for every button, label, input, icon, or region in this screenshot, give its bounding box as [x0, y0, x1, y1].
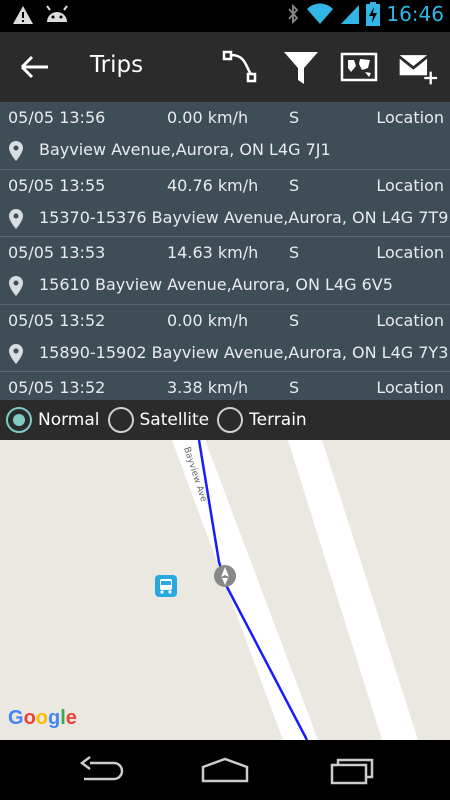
trip-direction: S: [289, 378, 300, 397]
location-pin-icon: [9, 141, 23, 161]
radio-normal[interactable]: [6, 407, 32, 433]
trip-marker[interactable]: [214, 565, 236, 587]
map-type-satellite[interactable]: Satellite: [107, 407, 210, 433]
trip-speed: 0.00 km/h: [167, 108, 249, 127]
trip-item[interactable]: 05/05 13:52 3.38 km/h S Location: [0, 372, 450, 400]
location-pin-icon: [9, 276, 23, 296]
trip-address: Bayview Avenue,Aurora, ON L4G 7J1: [39, 140, 331, 159]
trip-item[interactable]: 05/05 13:55 40.76 km/h S Location 15370-…: [0, 170, 450, 237]
bluetooth-icon: [288, 3, 299, 25]
trip-speed: 0.00 km/h: [167, 310, 249, 330]
trip-direction: S: [289, 108, 300, 127]
home-nav-icon[interactable]: [200, 755, 250, 785]
radio-terrain[interactable]: [217, 407, 244, 433]
trip-type: Location: [376, 108, 444, 127]
back-nav-icon[interactable]: [76, 755, 126, 785]
trip-address: 15610 Bayview Avenue,Aurora, ON L4G 6V5: [39, 275, 393, 294]
google-logo: Google: [8, 707, 77, 729]
navigation-bar: [0, 740, 450, 800]
location-pin-icon: [9, 208, 23, 229]
radio-satellite[interactable]: [107, 407, 134, 433]
trip-speed: 14.63 km/h: [167, 243, 259, 262]
trip-speed: 40.76 km/h: [167, 175, 259, 195]
trip-time: 05/05 13:53: [8, 243, 106, 262]
trip-type: Location: [376, 310, 444, 330]
trip-direction: S: [289, 243, 300, 262]
page-title: Trips: [90, 52, 144, 78]
map-type-terrain[interactable]: Terrain: [217, 407, 307, 433]
trip-item[interactable]: 05/05 13:53 14.63 km/h S Location 15610 …: [0, 237, 450, 305]
map-type-normal-label: Normal: [38, 410, 100, 430]
trip-type: Location: [376, 378, 444, 397]
map-type-terrain-label: Terrain: [249, 410, 307, 430]
bus-stop-icon[interactable]: [155, 575, 177, 597]
android-icon: [46, 5, 68, 22]
trip-speed: 3.38 km/h: [167, 378, 249, 397]
trip-item[interactable]: 05/05 13:52 0.00 km/h S Location 15890-1…: [0, 305, 450, 372]
map-type-normal[interactable]: Normal: [6, 407, 100, 433]
trip-list[interactable]: 05/05 13:56 0.00 km/h S Location Bayview…: [0, 102, 450, 400]
warning-icon: [13, 6, 33, 24]
trip-address: 15370-15376 Bayview Avenue,Aurora, ON L4…: [39, 207, 449, 227]
filter-icon[interactable]: [280, 46, 322, 88]
status-bar: 16:46: [0, 0, 450, 32]
map-view[interactable]: Bayview Ave Google: [0, 440, 450, 740]
recents-nav-icon[interactable]: [328, 755, 378, 785]
trip-time: 05/05 13:52: [8, 310, 106, 330]
wifi-icon: [307, 3, 334, 25]
trip-type: Location: [376, 175, 444, 195]
signal-icon: [341, 5, 360, 24]
map-type-satellite-label: Satellite: [139, 410, 210, 430]
action-bar: Trips: [0, 32, 450, 102]
map-type-selector: Normal Satellite Terrain: [0, 400, 450, 440]
map-image-icon[interactable]: [338, 46, 380, 88]
battery-charging-icon: [366, 2, 381, 26]
trip-time: 05/05 13:55: [8, 175, 106, 195]
secondary-road: [288, 440, 418, 740]
trip-direction: S: [289, 175, 300, 195]
trip-item[interactable]: 05/05 13:56 0.00 km/h S Location Bayview…: [0, 102, 450, 170]
back-arrow-icon[interactable]: [18, 52, 52, 82]
location-pin-icon: [9, 343, 23, 364]
trip-time: 05/05 13:56: [8, 108, 106, 127]
mail-add-icon[interactable]: [396, 46, 438, 88]
map-canvas: Bayview Ave: [155, 440, 418, 740]
trip-type: Location: [376, 243, 444, 262]
trip-address: 15890-15902 Bayview Avenue,Aurora, ON L4…: [39, 342, 449, 362]
status-time: 16:46: [386, 2, 444, 26]
route-icon[interactable]: [220, 46, 262, 88]
trip-direction: S: [289, 310, 300, 330]
trip-time: 05/05 13:52: [8, 378, 106, 397]
